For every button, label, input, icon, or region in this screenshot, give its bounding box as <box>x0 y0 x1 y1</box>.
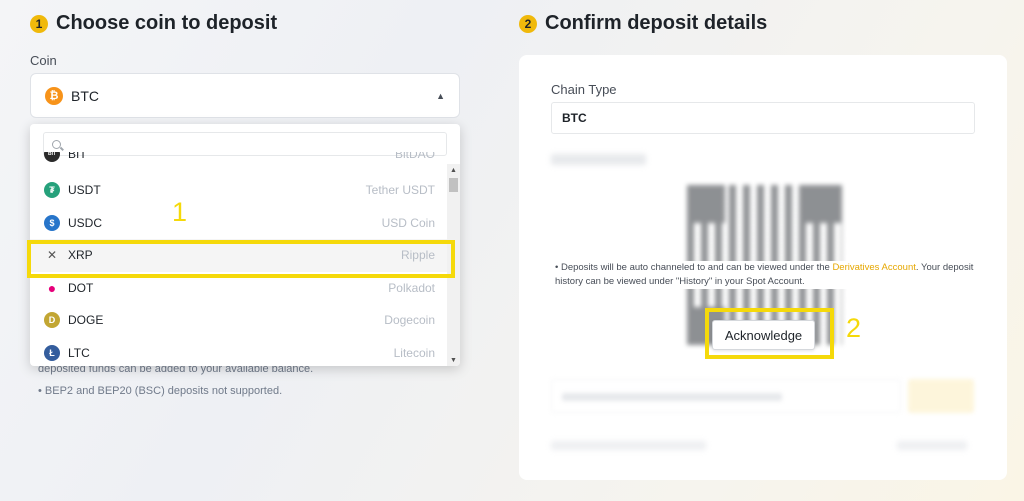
highlight-box-acknowledge <box>705 308 834 359</box>
bitdao-icon: BIT <box>44 152 60 162</box>
deposit-hint-bep: • BEP2 and BEP20 (BSC) deposits not supp… <box>38 385 283 397</box>
derivatives-account-link[interactable]: Derivatives Account <box>832 262 915 273</box>
step2-title-text: Confirm deposit details <box>545 12 768 34</box>
dogecoin-icon: D <box>44 312 60 329</box>
litecoin-icon: Ł <box>44 344 60 361</box>
blurred-footer-text <box>551 441 706 450</box>
coin-select[interactable]: ₿ BTC ▲ <box>30 73 460 118</box>
step2-title: 2 Confirm deposit details <box>519 12 767 35</box>
coin-option-name: Litecoin <box>393 345 435 360</box>
coin-option-symbol: LTC <box>68 345 90 360</box>
coin-option-symbol: DOGE <box>68 313 104 328</box>
coin-option-name: Polkadot <box>388 280 435 295</box>
blurred-address-field <box>551 379 901 413</box>
coin-option-name: Tether USDT <box>365 183 435 198</box>
coin-option-symbol: USDT <box>68 183 101 198</box>
coin-option-symbol: BIT <box>68 152 87 161</box>
coin-option-usdc[interactable]: $ USDC USD Coin <box>30 207 447 240</box>
coin-option-usdt[interactable]: ₮ USDT Tether USDT <box>30 174 447 207</box>
scroll-down-arrow-icon[interactable]: ▼ <box>447 354 460 366</box>
coin-option-symbol: DOT <box>68 280 94 295</box>
step1-title-text: Choose coin to deposit <box>56 12 278 34</box>
coin-option-doge[interactable]: D DOGE Dogecoin <box>30 304 447 337</box>
highlight-box-xrp <box>27 240 455 278</box>
coin-option-ltc[interactable]: Ł LTC Litecoin <box>30 337 447 367</box>
coin-label: Coin <box>30 53 57 68</box>
notice-prefix: • Deposits will be auto channeled to and… <box>555 262 833 273</box>
annotation-number-2: 2 <box>846 313 862 343</box>
tether-icon: ₮ <box>44 182 60 199</box>
chain-type-select[interactable]: BTC <box>551 102 975 134</box>
deposit-details-card: Chain Type BTC • Deposits will be auto c… <box>519 55 1007 480</box>
chain-type-label: Chain Type <box>551 82 617 97</box>
polkadot-icon: ● <box>47 279 57 296</box>
blurred-address-label <box>551 154 646 165</box>
scroll-up-arrow-icon[interactable]: ▲ <box>447 164 460 176</box>
selected-coin-symbol: BTC <box>71 87 99 104</box>
coin-option-symbol: USDC <box>68 215 103 230</box>
usdc-icon: $ <box>44 214 60 231</box>
search-icon <box>52 139 61 149</box>
step2-number-badge: 2 <box>519 14 537 33</box>
coin-option-name: USD Coin <box>381 215 435 230</box>
coin-option-name: Dogecoin <box>384 313 435 328</box>
step1-title: 1 Choose coin to deposit <box>30 12 277 35</box>
blurred-footer-link <box>897 441 967 450</box>
coin-option-bit[interactable]: BIT BIT BitDAO <box>30 152 447 174</box>
scrollbar-thumb[interactable] <box>449 178 458 192</box>
bitcoin-icon: ₿ <box>45 86 63 105</box>
blurred-copy-button <box>908 379 974 413</box>
step1-number-badge: 1 <box>30 14 48 33</box>
deposit-notice: • Deposits will be auto channeled to and… <box>555 261 975 289</box>
annotation-number-1: 1 <box>172 197 188 227</box>
coin-option-name: BitDAO <box>394 152 435 161</box>
caret-up-icon: ▲ <box>436 90 445 101</box>
